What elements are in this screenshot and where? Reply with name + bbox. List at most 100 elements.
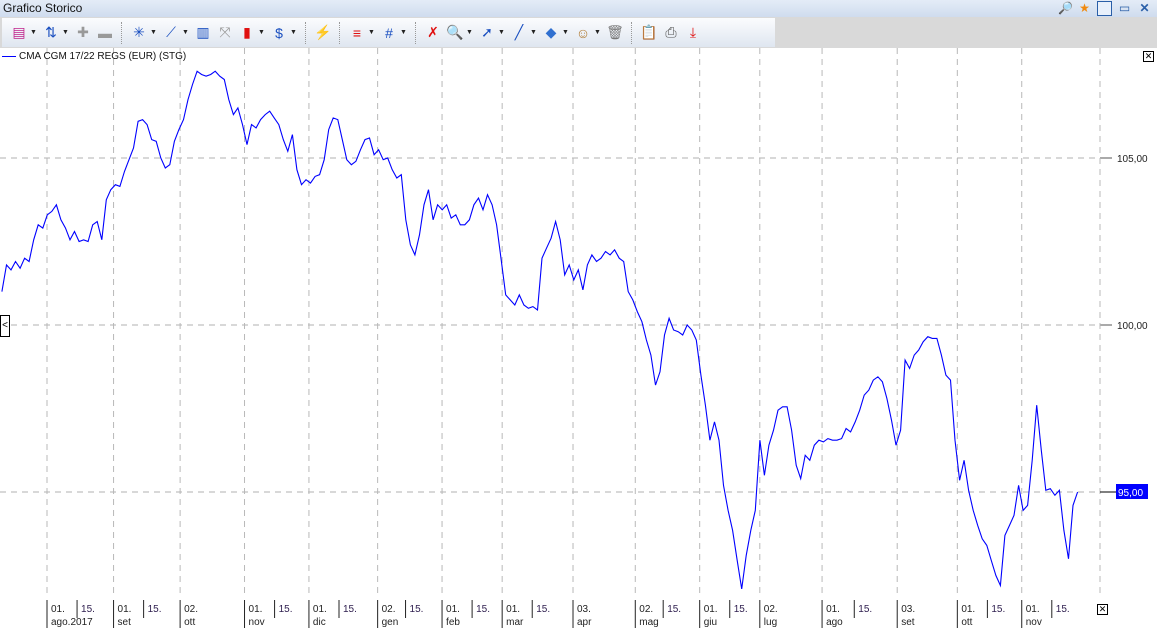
toolbar-separator: [339, 21, 341, 44]
clipboard-icon[interactable]: 📋: [639, 23, 659, 43]
x-tick-day-label: 15.: [667, 604, 681, 615]
chart-legend: CMA CGM 17/22 REGS (EUR) (STG): [2, 51, 186, 62]
chart-type-icon[interactable]: ▤: [9, 23, 29, 43]
scroll-left-button[interactable]: <: [0, 315, 10, 337]
x-tick-month-label: giu: [704, 617, 717, 628]
y-tick-label: 100,00: [1117, 321, 1148, 332]
chevron-down-icon[interactable]: ▼: [400, 29, 407, 36]
x-tick-day-label: 02.: [764, 604, 778, 615]
y-tick-label: 105,00: [1117, 154, 1148, 165]
x-tick-day-label: 01.: [249, 604, 263, 615]
x-tick-day-label: 15.: [148, 604, 162, 615]
x-tick-day-label: 01.: [1026, 604, 1040, 615]
x-tick-day-label: 01.: [506, 604, 520, 615]
chevron-down-icon[interactable]: ▼: [258, 29, 265, 36]
x-tick-month-label: mag: [639, 617, 658, 628]
search-folder-icon[interactable]: 🔎: [1058, 1, 1073, 16]
x-tick-day-label: 15.: [410, 604, 424, 615]
x-tick-day-label: 01.: [446, 604, 460, 615]
x-tick-day-label: 01.: [313, 604, 327, 615]
toolbar-separator: [631, 21, 633, 44]
x-tick-month-label: set: [901, 617, 915, 628]
chevron-down-icon[interactable]: ▼: [62, 29, 69, 36]
chevron-down-icon[interactable]: ▼: [498, 29, 505, 36]
x-tick-day-label: 15.: [991, 604, 1005, 615]
chevron-down-icon[interactable]: ▼: [182, 29, 189, 36]
toolbar-buttons: ▤ ▼ ⇅ ▼ ✚ ▬ ✳ ▼ ⟋ ▼ ▥ ⤧ ▮ ▼ $ ▼ ⚡ ≡ ▼ # ▼ ✗ 🔍 ▼ ➚ ▼ ╱ ▼ ◆ ▼ ☺ ▼ 🗑 📋 ⎙ ⤓: [2, 18, 775, 47]
volume-bars-icon[interactable]: ▥: [193, 23, 213, 43]
last-value-label: 95,00: [1118, 488, 1143, 499]
window-titlebar: Grafico Storico 🔎 ★ ▭ ✕: [0, 0, 1157, 17]
x-tick-day-label: 01.: [961, 604, 975, 615]
toolbar: ▤ ▼ ⇅ ▼ ✚ ▬ ✳ ▼ ⟋ ▼ ▥ ⤧ ▮ ▼ $ ▼ ⚡ ≡ ▼ # ▼ ✗ 🔍 ▼ ➚ ▼ ╱ ▼ ◆ ▼ ☺ ▼ 🗑 📋 ⎙ ⤓: [0, 17, 1157, 48]
price-chart[interactable]: 105,00 100,00 01. ago.2017 15. 01. set 15. 02. ot…: [0, 48, 1157, 628]
chevron-down-icon[interactable]: ▼: [290, 29, 297, 36]
favorite-star-icon[interactable]: ★: [1077, 1, 1092, 16]
x-tick-month-label: mar: [506, 617, 524, 628]
new-study-icon[interactable]: ✳: [129, 23, 149, 43]
x-tick-day-label: 03.: [577, 604, 591, 615]
chevron-down-icon[interactable]: ▼: [594, 29, 601, 36]
delete-drawings-icon[interactable]: ✗: [423, 23, 443, 43]
x-tick-month-label: ott: [184, 617, 195, 628]
grid-icon[interactable]: #: [379, 23, 399, 43]
chevron-down-icon[interactable]: ▼: [368, 29, 375, 36]
x-tick-month-label: feb: [446, 617, 460, 628]
x-tick-month-label: ott: [961, 617, 972, 628]
x-tick-month-label: lug: [764, 617, 777, 628]
x-tick-day-label: 15.: [734, 604, 748, 615]
x-tick-day-label: 15.: [279, 604, 293, 615]
indicators-icon[interactable]: ⇅: [41, 23, 61, 43]
export-icon[interactable]: ⤓: [683, 23, 703, 43]
remove-series-icon[interactable]: ▬: [95, 23, 115, 43]
restore-icon[interactable]: ▭: [1117, 1, 1132, 16]
draw-line-icon[interactable]: ╱: [509, 23, 529, 43]
x-tick-day-label: 15.: [1056, 604, 1070, 615]
x-tick-month-label: dic: [313, 617, 326, 628]
x-tick-day-label: 01.: [118, 604, 132, 615]
print-icon[interactable]: ⎙: [661, 23, 681, 43]
template-icon[interactable]: ☺: [573, 23, 593, 43]
chevron-down-icon[interactable]: ▼: [530, 29, 537, 36]
currency-icon[interactable]: $: [269, 23, 289, 43]
toolbar-separator: [415, 21, 417, 44]
x-tick-month-label: apr: [577, 617, 592, 628]
add-series-icon[interactable]: ✚: [73, 23, 93, 43]
x-tick-day-label: 15.: [81, 604, 95, 615]
legend-line-swatch: [2, 56, 16, 57]
trash-icon[interactable]: 🗑: [605, 23, 625, 43]
fill-color-icon[interactable]: ◆: [541, 23, 561, 43]
x-tick-month-label: nov: [249, 617, 265, 628]
x-tick-month-label: nov: [1026, 617, 1042, 628]
x-tick-month-label: ago: [826, 617, 843, 628]
x-tick-day-label: 03.: [901, 604, 915, 615]
candlestick-icon[interactable]: ▮: [237, 23, 257, 43]
chevron-down-icon[interactable]: ▼: [466, 29, 473, 36]
toolbar-separator: [305, 21, 307, 44]
window-title: Grafico Storico: [3, 1, 83, 15]
chevron-down-icon[interactable]: ▼: [562, 29, 569, 36]
x-tick-day-label: 02.: [639, 604, 653, 615]
refresh-chart-icon[interactable]: ⚡: [313, 23, 333, 43]
x-tick-day-label: 02.: [382, 604, 396, 615]
maximize-icon[interactable]: [1097, 1, 1112, 16]
x-tick-day-label: 15.: [536, 604, 550, 615]
x-tick-day-label: 15.: [343, 604, 357, 615]
x-tick-month-label: gen: [382, 617, 399, 628]
pointer-icon[interactable]: ➚: [477, 23, 497, 43]
chevron-down-icon[interactable]: ▼: [30, 29, 37, 36]
trend-icon[interactable]: ⟋: [161, 23, 181, 43]
line-style-icon[interactable]: ≡: [347, 23, 367, 43]
close-axis-button[interactable]: ✕: [1097, 604, 1108, 615]
chevron-down-icon[interactable]: ▼: [150, 29, 157, 36]
x-tick-day-label: 15.: [858, 604, 872, 615]
zoom-icon[interactable]: 🔍: [445, 23, 465, 43]
series-line: [1, 70, 1079, 589]
x-tick-month-label: set: [118, 617, 132, 628]
close-legend-button[interactable]: ✕: [1143, 51, 1154, 62]
close-icon[interactable]: ✕: [1137, 1, 1152, 16]
legend-label: CMA CGM 17/22 REGS (EUR) (STG): [19, 51, 187, 62]
compare-icon[interactable]: ⤧: [215, 23, 235, 43]
x-tick-day-label: 15.: [476, 604, 490, 615]
toolbar-separator: [121, 21, 123, 44]
